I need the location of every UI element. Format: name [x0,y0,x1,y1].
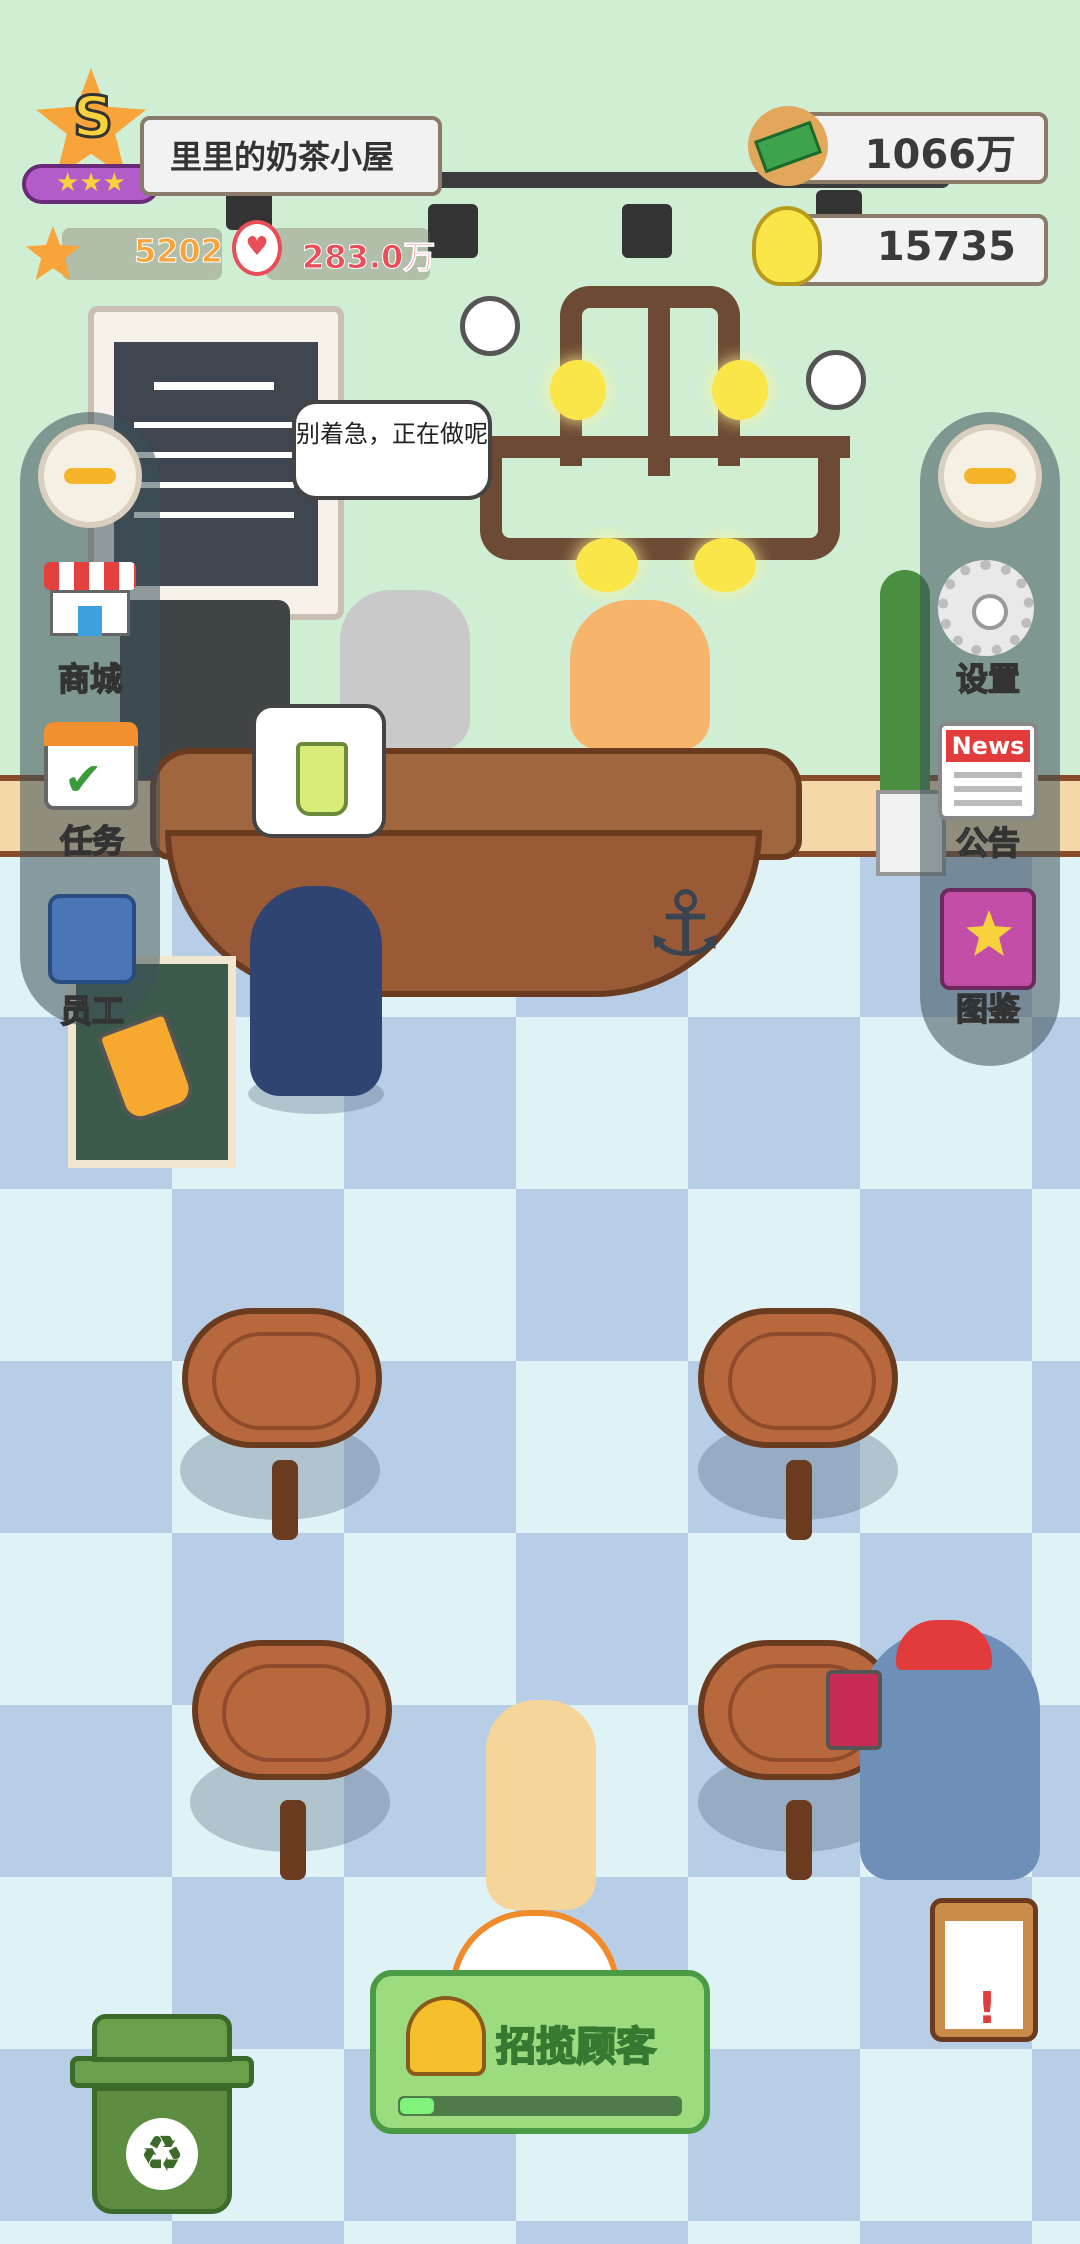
right-menu-collapse-button[interactable] [938,424,1042,528]
recycle-bin-icon[interactable]: ♻ [70,2014,254,2214]
bell-icon [406,1996,486,2076]
shop-store-icon[interactable] [40,562,140,652]
popularity-value: 283.0万 [301,238,436,277]
round-table[interactable] [698,1308,898,1448]
heart-hand-icon: ♥ [232,220,282,276]
money-value: 1066万 [864,132,1016,178]
recruit-progress-fill [400,2098,434,2114]
order-bubble [252,704,386,838]
staff-cat-character [570,600,710,750]
lightbulb-icon [576,538,638,592]
stars-value: 5202 [133,232,224,271]
collection-menu-label[interactable]: 图鉴 [928,984,1048,1030]
berry-drink-icon [826,1670,882,1750]
staff-overalls-icon[interactable] [44,894,144,984]
lightbulb-currency-icon [752,206,822,286]
lightbulb-icon [694,538,756,592]
pressure-gauge-icon [460,296,520,356]
news-badge: News [946,730,1030,762]
pressure-gauge-icon [806,350,866,410]
lightbulb-icon [712,360,768,420]
collection-book-icon[interactable] [940,888,1036,990]
spotlight-icon [622,204,672,258]
lightbulb-icon [550,360,606,420]
ideas-value: 15735 [876,224,1016,270]
task-calendar-icon[interactable]: ✔ [44,722,144,812]
table-leg [786,1800,812,1880]
left-menu-collapse-button[interactable] [38,424,142,528]
recruit-progress-bar [398,2096,682,2116]
order-clipboard-icon[interactable]: ! [930,1898,1038,2042]
customer-ninja-bear[interactable] [250,886,382,1096]
round-table[interactable] [192,1640,392,1780]
tasks-menu-label[interactable]: 任务 [32,816,152,862]
notice-menu-label[interactable]: 公告 [928,818,1048,864]
speech-bubble: 别着急，正在做呢 [292,400,492,500]
table-leg [280,1800,306,1880]
shop-menu-label[interactable]: 商城 [30,654,150,700]
rank-letter: S [71,85,114,150]
round-table[interactable] [182,1308,382,1448]
table-leg [272,1460,298,1540]
customer-bunny[interactable] [486,1700,596,1910]
spotlight-icon [428,204,478,258]
recruit-label: 招揽顾客 [495,2023,657,2071]
table-leg [786,1460,812,1540]
shop-name: 里里的奶茶小屋 [170,138,395,176]
pipe-decoration [490,436,850,458]
news-notice-icon[interactable]: News [938,722,1038,820]
settings-gear-icon[interactable] [938,560,1034,656]
settings-menu-label[interactable]: 设置 [928,654,1048,700]
lemon-drink-icon [296,742,348,816]
staff-menu-label[interactable]: 员工 [32,986,152,1032]
anchor-icon: ⚓ [644,872,726,977]
